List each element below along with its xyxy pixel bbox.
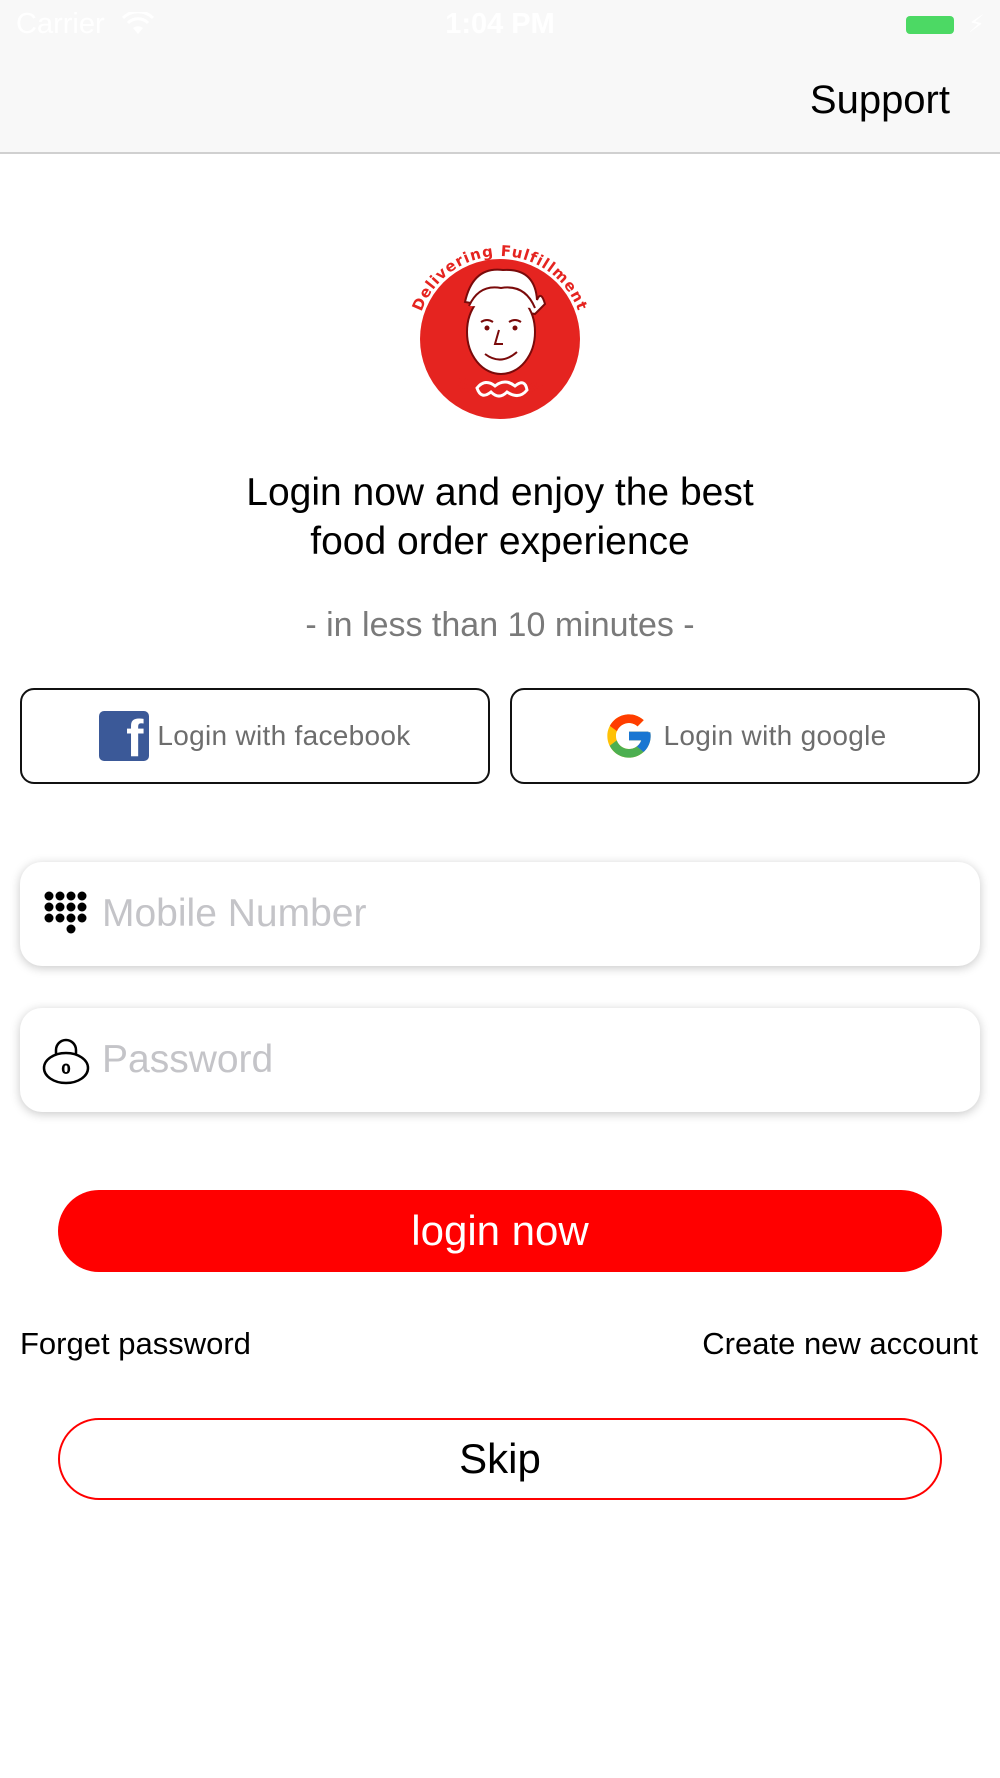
mobile-number-field[interactable] xyxy=(20,862,980,966)
keypad-icon xyxy=(38,886,94,942)
mobile-number-input[interactable] xyxy=(100,883,964,945)
forget-password-link[interactable]: Forget password xyxy=(20,1326,251,1362)
facebook-icon: f xyxy=(99,711,150,761)
svg-text:0: 0 xyxy=(61,1062,71,1078)
login-screen: Carrier 1:04 PM ⚡ Support Delivering Ful… xyxy=(0,0,1000,1778)
facebook-login-button[interactable]: f Login with facebook xyxy=(20,688,490,784)
support-button[interactable]: Support xyxy=(810,78,950,123)
headline-line-2: food order experience xyxy=(310,520,690,563)
battery-icon xyxy=(906,16,954,34)
headline: Login now and enjoy the best food order … xyxy=(0,468,1000,566)
google-icon xyxy=(607,714,652,758)
password-input[interactable] xyxy=(100,1029,964,1091)
subtitle: - in less than 10 minutes - xyxy=(305,606,695,644)
top-bar: Carrier 1:04 PM ⚡ Support xyxy=(0,0,1000,154)
lock-icon: 0 xyxy=(38,1032,94,1088)
skip-button[interactable]: Skip xyxy=(58,1418,942,1500)
status-time: 1:04 PM xyxy=(445,8,555,40)
create-account-link[interactable]: Create new account xyxy=(702,1326,978,1362)
charging-icon: ⚡ xyxy=(968,11,985,38)
facebook-login-label: Login with facebook xyxy=(157,720,411,751)
garsoncom-logo: Delivering Fulfillment Garsoncom xyxy=(408,242,591,419)
headline-line-1: Login now and enjoy the best xyxy=(246,471,754,514)
login-now-button[interactable]: login now xyxy=(58,1190,942,1272)
password-field[interactable]: 0 xyxy=(20,1008,980,1112)
google-login-label: Login with google xyxy=(663,720,887,751)
google-login-button[interactable]: Login with google xyxy=(510,688,980,784)
